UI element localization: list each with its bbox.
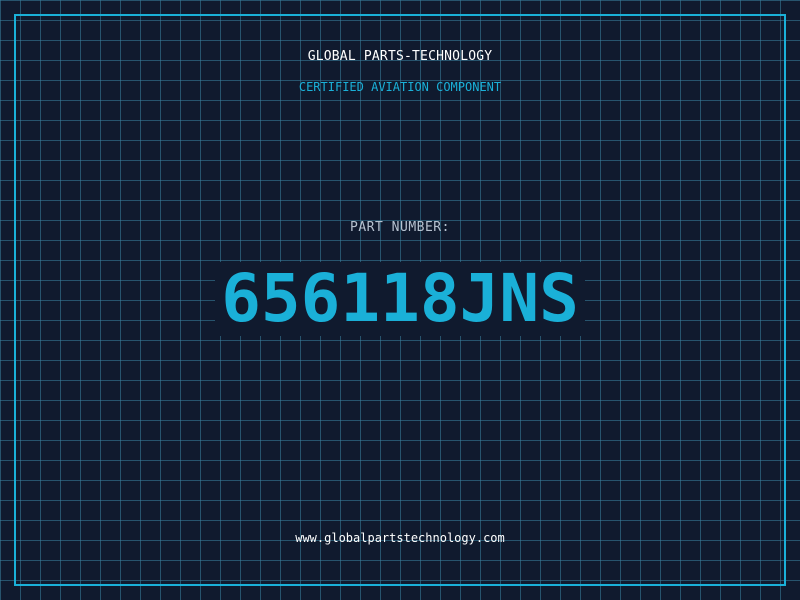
certification-subtitle: CERTIFIED AVIATION COMPONENT — [298, 80, 502, 94]
part-label-card: GLOBAL PARTS-TECHNOLOGY CERTIFIED AVIATI… — [0, 0, 800, 600]
part-number-label: PART NUMBER: — [350, 220, 450, 235]
part-number-container: 656118JNS — [0, 262, 800, 342]
website-url: www.globalpartstechnology.com — [295, 531, 505, 545]
company-name: GLOBAL PARTS-TECHNOLOGY — [307, 49, 493, 64]
part-number-value: 656118JNS — [215, 262, 585, 336]
